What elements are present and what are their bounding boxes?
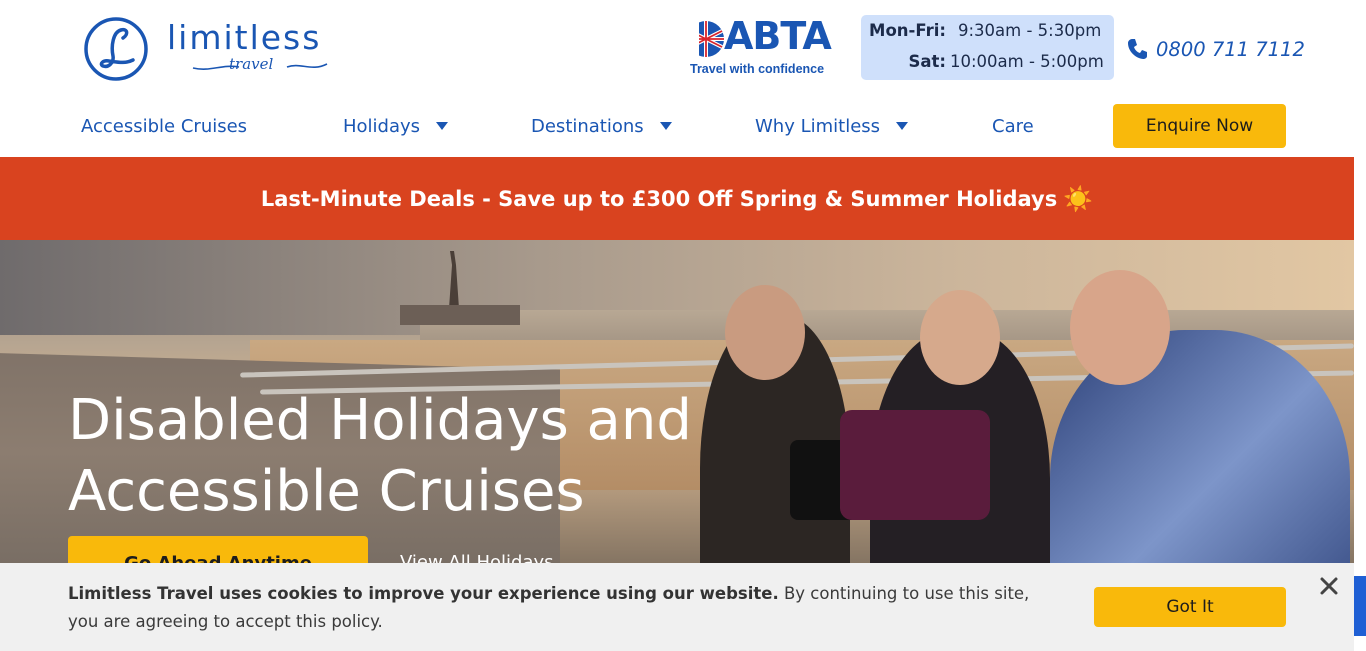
promo-banner[interactable]: Last-Minute Deals - Save up to £300 Off … xyxy=(0,157,1354,240)
sun-icon: ☀️ xyxy=(1063,184,1094,213)
nav-item-holidays[interactable]: Holidays xyxy=(343,104,449,148)
bag xyxy=(840,410,990,520)
enquire-now-button[interactable]: Enquire Now xyxy=(1113,104,1286,148)
logo-wordmark: limitless xyxy=(167,18,322,57)
phone-link[interactable]: 0800 711 7112 xyxy=(1127,34,1305,64)
nav-item-label: Accessible Cruises xyxy=(81,115,248,137)
person-face xyxy=(1070,270,1170,385)
logo-mark-icon xyxy=(84,17,148,81)
promo-text: Last-Minute Deals - Save up to £300 Off … xyxy=(260,186,1058,211)
cookie-message-bold: Limitless Travel uses cookies to improve… xyxy=(68,584,779,603)
nav-item-label: Destinations xyxy=(531,115,644,137)
nav-item-destinations[interactable]: Destinations xyxy=(531,104,672,148)
person-face xyxy=(725,285,805,380)
nav-item-label: Care xyxy=(992,115,1034,137)
nav-item-care[interactable]: Care xyxy=(992,104,1034,148)
got-it-button[interactable]: Got It xyxy=(1094,587,1286,627)
cookie-banner: Limitless Travel uses cookies to improve… xyxy=(0,563,1354,651)
abta-wordmark: ABTA xyxy=(724,14,832,58)
site-header: limitless travel ABTA Travel with confid… xyxy=(0,0,1354,157)
person-face xyxy=(920,290,1000,385)
page: limitless travel ABTA Travel with confid… xyxy=(0,0,1366,651)
scrollbar[interactable] xyxy=(1354,0,1366,576)
phone-number: 0800 711 7112 xyxy=(1156,37,1305,61)
hours-weekday-time: 9:30am - 5:30pm xyxy=(958,21,1102,40)
hours-saturday-label: Sat: xyxy=(908,52,946,71)
hours-saturday-time: 10:00am - 5:00pm xyxy=(950,52,1104,71)
abta-badge[interactable]: ABTA Travel with confidence xyxy=(686,14,832,78)
hero-title-line2: Accessible Cruises xyxy=(68,459,585,524)
opening-hours: Mon-Fri: 9:30am - 5:30pm Sat: 10:00am - … xyxy=(861,15,1114,80)
chevron-down-icon xyxy=(896,122,909,130)
side-tab[interactable] xyxy=(1354,576,1366,636)
abta-tagline: Travel with confidence xyxy=(690,62,825,76)
nav-item-label: Why Limitless xyxy=(755,115,881,137)
limitless-logo[interactable]: limitless travel xyxy=(83,14,348,82)
abta-globe-icon xyxy=(686,19,724,59)
chevron-down-icon xyxy=(436,122,449,130)
nav-item-accessible-cruises[interactable]: Accessible Cruises xyxy=(81,104,247,148)
close-icon[interactable] xyxy=(1316,573,1342,599)
hours-saturday-row: Sat: 10:00am - 5:00pm xyxy=(861,52,1114,78)
hero-title: Disabled Holidays and Accessible Cruises xyxy=(68,385,692,527)
hero-title-line1: Disabled Holidays and xyxy=(68,388,692,453)
close-x-icon xyxy=(1320,577,1338,595)
phone-icon xyxy=(1128,39,1147,59)
blackpool-tower-image xyxy=(400,251,520,325)
chevron-down-icon xyxy=(659,122,672,130)
nav-item-why-limitless[interactable]: Why Limitless xyxy=(755,104,909,148)
hours-weekday-label: Mon-Fri: xyxy=(869,21,946,40)
hours-weekday-row: Mon-Fri: 9:30am - 5:30pm xyxy=(861,21,1114,47)
cookie-message: Limitless Travel uses cookies to improve… xyxy=(68,580,1058,636)
nav-item-label: Holidays xyxy=(343,115,421,137)
logo-subtitle: travel xyxy=(229,55,274,73)
